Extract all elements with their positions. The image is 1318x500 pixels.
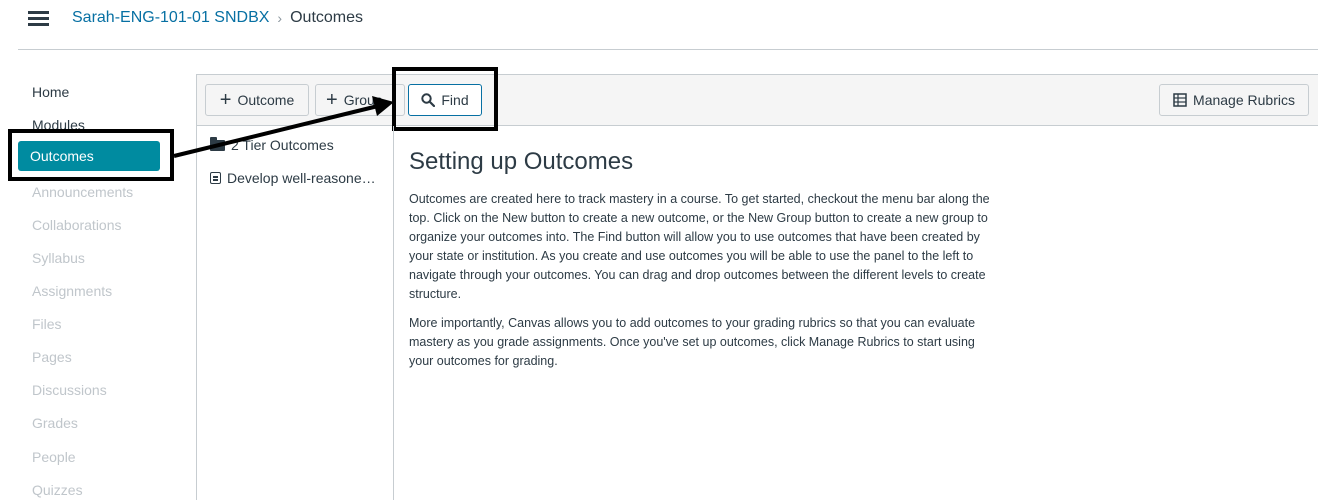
outcome-icon — [210, 172, 221, 184]
nav-item-assignments[interactable]: Assignments — [32, 283, 112, 299]
header-divider — [18, 49, 1318, 50]
nav-item-announcements[interactable]: Announcements — [32, 184, 133, 200]
outcomes-content: Setting up Outcomes Outcomes are created… — [409, 148, 999, 381]
nav-item-discussions[interactable]: Discussions — [32, 382, 107, 398]
breadcrumb-current: Outcomes — [290, 9, 364, 26]
breadcrumb-separator-icon: › — [277, 10, 283, 26]
manage-rubrics-label: Manage Rubrics — [1193, 92, 1295, 108]
panel-left-border — [196, 126, 197, 500]
folder-icon — [210, 136, 225, 151]
tree-item-label: Develop well-reasone… — [227, 170, 376, 186]
outcomes-highlight-box — [8, 129, 174, 181]
breadcrumb: Sarah-ENG-101-01 SNDBX › Outcomes — [72, 9, 363, 27]
nav-item-quizzes[interactable]: Quizzes — [32, 482, 83, 498]
hamburger-menu-icon[interactable] — [28, 11, 49, 27]
nav-item-files[interactable]: Files — [32, 316, 62, 332]
nav-item-collaborations[interactable]: Collaborations — [32, 217, 122, 233]
tree-item-outcome[interactable]: Develop well-reasone… — [210, 170, 376, 186]
add-outcome-button[interactable]: + Outcome — [205, 84, 309, 116]
plus-icon: + — [326, 89, 338, 111]
find-highlight-box — [392, 67, 498, 131]
manage-rubrics-button[interactable]: Manage Rubrics — [1159, 84, 1309, 116]
rubric-icon — [1173, 93, 1187, 107]
panel-divider — [393, 126, 394, 500]
nav-item-people[interactable]: People — [32, 449, 76, 465]
tree-item-label: 2 Tier Outcomes — [231, 137, 334, 153]
add-outcome-label: Outcome — [237, 92, 295, 108]
nav-item-home[interactable]: Home — [32, 84, 69, 100]
nav-item-grades[interactable]: Grades — [32, 415, 78, 431]
nav-item-syllabus[interactable]: Syllabus — [32, 250, 85, 266]
rubrics-paragraph: More importantly, Canvas allows you to a… — [409, 316, 976, 368]
outcomes-toolbar: + Outcome + Group Find Manage Rubrics — [196, 74, 1318, 126]
add-group-label: Group — [343, 92, 383, 108]
header: Sarah-ENG-101-01 SNDBX › Outcomes — [0, 0, 1318, 50]
plus-icon: + — [219, 89, 232, 111]
page-title: Setting up Outcomes — [409, 148, 634, 175]
nav-item-pages[interactable]: Pages — [32, 349, 72, 365]
breadcrumb-course-link[interactable]: Sarah-ENG-101-01 SNDBX — [72, 9, 269, 27]
tree-item-group[interactable]: 2 Tier Outcomes — [210, 136, 334, 153]
intro-paragraph: Outcomes are created here to track maste… — [409, 192, 990, 301]
